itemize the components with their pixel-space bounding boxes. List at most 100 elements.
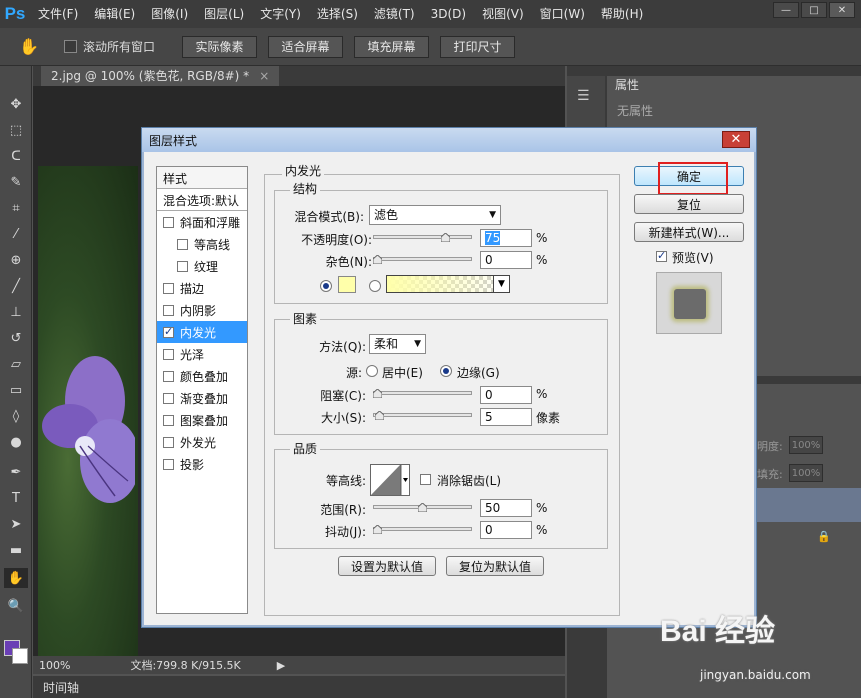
path-select-tool-icon[interactable]: ➤	[4, 514, 28, 534]
menu-item-1[interactable]: 编辑(E)	[86, 0, 143, 28]
style-item-checkbox[interactable]	[163, 414, 174, 426]
style-item-1[interactable]: 等高线	[157, 233, 247, 255]
brush-tool-icon[interactable]: ╱	[4, 276, 28, 296]
gradient-radio[interactable]	[369, 280, 381, 292]
dodge-tool-icon[interactable]: ●	[4, 432, 28, 452]
crop-tool-icon[interactable]: ⌗	[4, 198, 28, 218]
gradient-dropdown-icon[interactable]: ▼	[493, 276, 509, 292]
actual-pixels-button[interactable]: 实际像素	[182, 35, 258, 58]
healing-brush-tool-icon[interactable]: ⊕	[4, 250, 28, 270]
hand-tool-panel-icon[interactable]: ✋	[4, 568, 28, 588]
properties-tab[interactable]: 属性	[607, 76, 648, 94]
style-item-checkbox[interactable]	[177, 238, 188, 250]
style-item-checkbox[interactable]	[163, 436, 174, 448]
jitter-slider[interactable]	[373, 527, 472, 531]
contour-picker[interactable]	[370, 464, 410, 496]
history-panel-icon[interactable]: ☰	[577, 88, 590, 104]
style-item-checkbox[interactable]	[163, 216, 174, 228]
style-item-7[interactable]: 颜色叠加	[157, 365, 247, 387]
style-item-checkbox[interactable]	[177, 260, 188, 272]
hand-tool-icon[interactable]: ✋	[16, 37, 42, 56]
status-expand-icon[interactable]: ▶	[277, 659, 285, 672]
menu-item-10[interactable]: 帮助(H)	[593, 0, 651, 28]
noise-input[interactable]: 0	[480, 251, 532, 269]
size-slider[interactable]	[373, 413, 472, 417]
menu-item-6[interactable]: 滤镜(T)	[366, 0, 423, 28]
menu-item-2[interactable]: 图像(I)	[143, 0, 196, 28]
preview-checkbox[interactable]	[656, 249, 667, 262]
style-item-checkbox[interactable]	[163, 282, 174, 294]
choke-slider-thumb[interactable]	[373, 389, 382, 398]
style-item-checkbox[interactable]	[163, 325, 174, 338]
gradient-tool-icon[interactable]: ▭	[4, 380, 28, 400]
zoom-level[interactable]: 100%	[39, 659, 70, 672]
maximize-button[interactable]: □	[801, 2, 827, 18]
style-item-0[interactable]: 斜面和浮雕	[157, 211, 247, 233]
marquee-tool-icon[interactable]: ⬚	[4, 120, 28, 140]
solid-color-radio[interactable]	[320, 280, 332, 292]
pen-tool-icon[interactable]: ✒	[4, 462, 28, 482]
print-size-button[interactable]: 打印尺寸	[440, 35, 516, 58]
style-item-checkbox[interactable]	[163, 392, 174, 404]
layer-opacity-input[interactable]: 100%	[789, 436, 823, 454]
reset-default-button[interactable]: 复位为默认值	[446, 556, 544, 576]
menu-item-8[interactable]: 视图(V)	[474, 0, 532, 28]
blur-tool-icon[interactable]: ◊	[4, 406, 28, 426]
layer-fill-input[interactable]: 100%	[789, 464, 823, 482]
scroll-all-windows-checkbox[interactable]	[64, 40, 77, 53]
style-item-checkbox[interactable]	[163, 348, 174, 360]
choke-slider[interactable]	[373, 391, 472, 395]
range-slider-thumb[interactable]	[418, 503, 427, 512]
opacity-slider[interactable]	[373, 235, 472, 239]
style-item-checkbox[interactable]	[163, 458, 174, 470]
fill-screen-button[interactable]: 填充屏幕	[354, 35, 430, 58]
range-input[interactable]: 50	[480, 499, 532, 517]
menu-item-9[interactable]: 窗口(W)	[532, 0, 593, 28]
shape-tool-icon[interactable]: ▬	[4, 540, 28, 560]
document-tab[interactable]: 2.jpg @ 100% (紫色花, RGB/8#) * ×	[41, 66, 280, 86]
opacity-input[interactable]: 75	[480, 229, 532, 247]
lasso-tool-icon[interactable]: ᑕ	[4, 146, 28, 166]
minimize-button[interactable]: —	[773, 2, 799, 18]
jitter-input[interactable]: 0	[480, 521, 532, 539]
style-item-4[interactable]: 内阴影	[157, 299, 247, 321]
quick-select-tool-icon[interactable]: ✎	[4, 172, 28, 192]
noise-slider-thumb[interactable]	[373, 255, 382, 264]
style-item-3[interactable]: 描边	[157, 277, 247, 299]
eraser-tool-icon[interactable]: ▱	[4, 354, 28, 374]
new-style-button[interactable]: 新建样式(W)...	[634, 222, 744, 242]
type-tool-icon[interactable]: T	[4, 488, 28, 508]
size-slider-thumb[interactable]	[374, 411, 384, 420]
document-tab-close-icon[interactable]: ×	[259, 69, 269, 83]
style-item-10[interactable]: 外发光	[157, 431, 247, 453]
style-item-2[interactable]: 纹理	[157, 255, 247, 277]
glow-color-swatch[interactable]	[338, 276, 356, 293]
source-center-radio[interactable]	[366, 365, 378, 377]
eyedropper-tool-icon[interactable]: ⁄	[4, 224, 28, 244]
blend-mode-select[interactable]: 滤色 ▼	[369, 205, 501, 225]
jitter-slider-thumb[interactable]	[373, 525, 382, 534]
style-item-11[interactable]: 投影	[157, 453, 247, 475]
method-select[interactable]: 柔和 ▼	[369, 334, 426, 354]
menu-item-5[interactable]: 选择(S)	[309, 0, 366, 28]
move-tool-icon[interactable]: ✥	[4, 94, 28, 114]
menu-item-7[interactable]: 3D(D)	[423, 0, 474, 28]
size-input[interactable]: 5	[480, 408, 532, 426]
style-item-checkbox[interactable]	[163, 304, 174, 316]
style-item-6[interactable]: 光泽	[157, 343, 247, 365]
source-edge-radio[interactable]	[440, 365, 452, 377]
menu-item-0[interactable]: 文件(F)	[30, 0, 86, 28]
style-item-5[interactable]: 内发光	[157, 321, 247, 343]
dialog-close-button[interactable]: ✕	[722, 131, 750, 148]
glow-gradient-picker[interactable]: ▼	[386, 275, 510, 293]
style-item-8[interactable]: 渐变叠加	[157, 387, 247, 409]
anti-alias-checkbox[interactable]	[420, 474, 431, 485]
style-item-checkbox[interactable]	[163, 370, 174, 382]
timeline-tab[interactable]: 时间轴	[43, 679, 79, 696]
background-color-swatch[interactable]	[12, 648, 28, 664]
blending-options-item[interactable]: 混合选项:默认	[157, 189, 247, 211]
history-brush-tool-icon[interactable]: ↺	[4, 328, 28, 348]
style-item-9[interactable]: 图案叠加	[157, 409, 247, 431]
close-window-button[interactable]: ✕	[829, 2, 855, 18]
reset-button[interactable]: 复位	[634, 194, 744, 214]
